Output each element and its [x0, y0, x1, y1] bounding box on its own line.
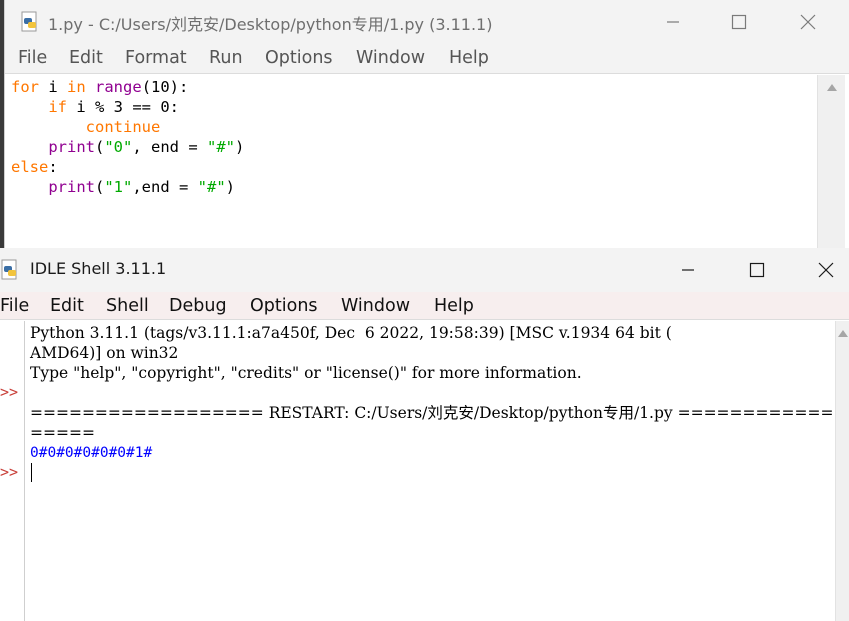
- code-line-1: for i in range(10):: [11, 78, 189, 96]
- shell-window: IDLE Shell 3.11.1 File Edit Shell Debug …: [0, 248, 849, 621]
- close-button[interactable]: [803, 248, 849, 292]
- scroll-up-icon[interactable]: [827, 84, 837, 91]
- python-file-icon: [0, 259, 20, 285]
- close-icon: [818, 262, 834, 278]
- maximize-button[interactable]: [734, 248, 780, 292]
- menu-file[interactable]: File: [0, 296, 29, 316]
- menu-options[interactable]: Options: [250, 296, 318, 316]
- banner-line-2: AMD64)] on win32: [30, 344, 179, 362]
- menu-debug[interactable]: Debug: [169, 296, 227, 316]
- menu-options[interactable]: Options: [265, 48, 333, 68]
- shell-output-area[interactable]: Python 3.11.1 (tags/v3.11.1:a7a450f, Dec…: [26, 321, 835, 621]
- maximize-icon: [731, 14, 747, 30]
- code-line-6: print("1",end = "#"): [48, 178, 236, 196]
- code-line-2: if i % 3 == 0:: [48, 98, 179, 116]
- menu-window[interactable]: Window: [341, 296, 410, 316]
- scroll-up-icon[interactable]: [838, 330, 848, 337]
- shell-prompt: >>: [0, 463, 19, 481]
- restart-line-2: =====: [30, 424, 95, 442]
- minimize-icon: [667, 21, 679, 23]
- shell-prompt: >>: [0, 383, 19, 401]
- prompt-gutter: >> >>: [0, 321, 25, 621]
- menu-window[interactable]: Window: [356, 48, 425, 68]
- menu-file[interactable]: File: [18, 48, 47, 68]
- editor-window-title: 1.py - C:/Users/刘克安/Desktop/python专用/1.p…: [48, 15, 493, 34]
- editor-titlebar[interactable]: 1.py - C:/Users/刘克安/Desktop/python专用/1.p…: [5, 0, 849, 44]
- close-icon: [800, 14, 816, 30]
- banner-line-3: Type "help", "copyright", "credits" or "…: [30, 364, 582, 382]
- program-output: 0#0#0#0#0#0#1#: [30, 445, 153, 461]
- code-line-3: continue: [85, 118, 161, 136]
- minimize-button[interactable]: [665, 248, 711, 292]
- banner-line-1: Python 3.11.1 (tags/v3.11.1:a7a450f, Dec…: [30, 324, 672, 342]
- shell-menubar: File Edit Shell Debug Options Window Hel…: [0, 292, 849, 320]
- shell-titlebar[interactable]: IDLE Shell 3.11.1: [0, 248, 849, 292]
- menu-help[interactable]: Help: [449, 48, 489, 68]
- shell-window-title: IDLE Shell 3.11.1: [30, 259, 167, 278]
- code-line-4: print("0", end = "#"): [48, 138, 245, 156]
- menu-edit[interactable]: Edit: [69, 48, 103, 68]
- python-file-icon: [20, 11, 40, 37]
- menu-run[interactable]: Run: [209, 48, 243, 68]
- maximize-icon: [749, 262, 765, 278]
- code-line-5: else:: [11, 158, 58, 176]
- menu-shell[interactable]: Shell: [106, 296, 149, 316]
- menu-format[interactable]: Format: [125, 48, 187, 68]
- editor-window: 1.py - C:/Users/刘克安/Desktop/python专用/1.p…: [4, 0, 849, 248]
- text-cursor: [31, 463, 32, 482]
- editor-menubar: File Edit Format Run Options Window Help: [5, 44, 849, 74]
- close-button[interactable]: [785, 0, 831, 44]
- minimize-icon: [682, 269, 694, 271]
- menu-help[interactable]: Help: [434, 296, 474, 316]
- minimize-button[interactable]: [650, 0, 696, 44]
- restart-line-1: ================== RESTART: C:/Users/刘克安…: [30, 404, 834, 422]
- menu-edit[interactable]: Edit: [50, 296, 84, 316]
- shell-scrollbar[interactable]: [835, 321, 849, 621]
- editor-scrollbar[interactable]: [817, 75, 845, 248]
- maximize-button[interactable]: [716, 0, 762, 44]
- code-editor[interactable]: for i in range(10): if i % 3 == 0: conti…: [5, 75, 817, 248]
